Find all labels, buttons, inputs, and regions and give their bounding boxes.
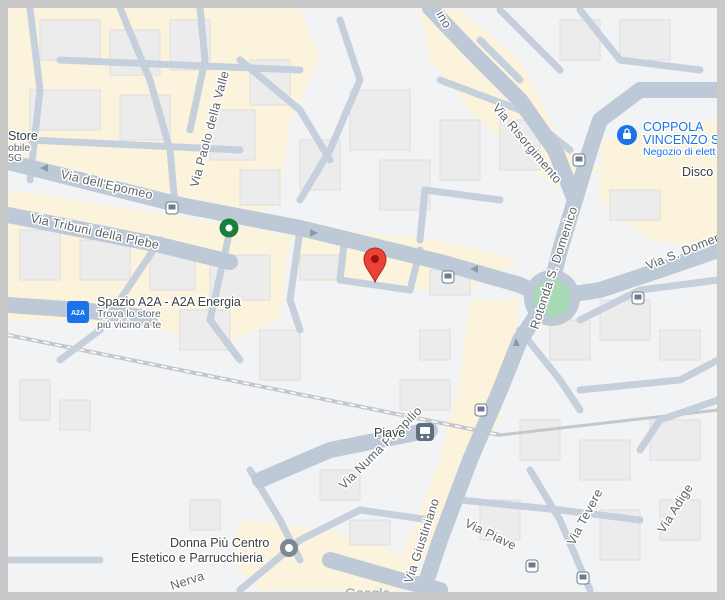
poi-coppola-subtitle: Negozio di elett (643, 146, 715, 158)
bus-stop-icon[interactable] (474, 403, 488, 417)
bus-stop-icon[interactable] (572, 153, 586, 167)
poi-disco-fragment: Disco (682, 165, 713, 179)
a2a-logo-icon: A2A (67, 301, 89, 323)
piave-stop[interactable]: Piave (373, 423, 434, 442)
green-poi-icon[interactable] (219, 218, 239, 238)
bus-stop-icon[interactable] (576, 571, 590, 585)
poi-donna-piu-name-2: Estetico e Parrucchieria (131, 551, 263, 565)
salon-poi-icon (280, 539, 298, 557)
shopping-bag-icon (617, 125, 637, 145)
tram-stop-icon (416, 423, 434, 441)
svg-text:Store: Store (8, 129, 38, 143)
svg-text:5G: 5G (8, 152, 22, 164)
bus-stop-icon[interactable] (525, 559, 539, 573)
poi-spazio-a2a-subtitle-2: più vicino a te (97, 319, 161, 331)
map-svg: Via dell'Epomeo Via Tribuni della Plebe … (0, 0, 725, 600)
bus-stop-icon[interactable] (631, 291, 645, 305)
bus-stop-icon[interactable] (165, 201, 179, 215)
poi-coppola-name-1: COPPOLA (643, 120, 704, 134)
poi-coppola-name-2: VINCENZO S (643, 133, 719, 147)
poi-donna-piu-name-1: Donna Più Centro (170, 536, 269, 550)
svg-text:A2A: A2A (71, 310, 85, 317)
piave-stop-label: Piave (374, 426, 405, 440)
map-canvas[interactable]: Via dell'Epomeo Via Tribuni della Plebe … (0, 0, 725, 600)
bus-stop-icon[interactable] (441, 270, 455, 284)
google-attribution: Google (345, 585, 390, 600)
poi-spazio-a2a-name: Spazio A2A - A2A Energia (97, 295, 241, 309)
